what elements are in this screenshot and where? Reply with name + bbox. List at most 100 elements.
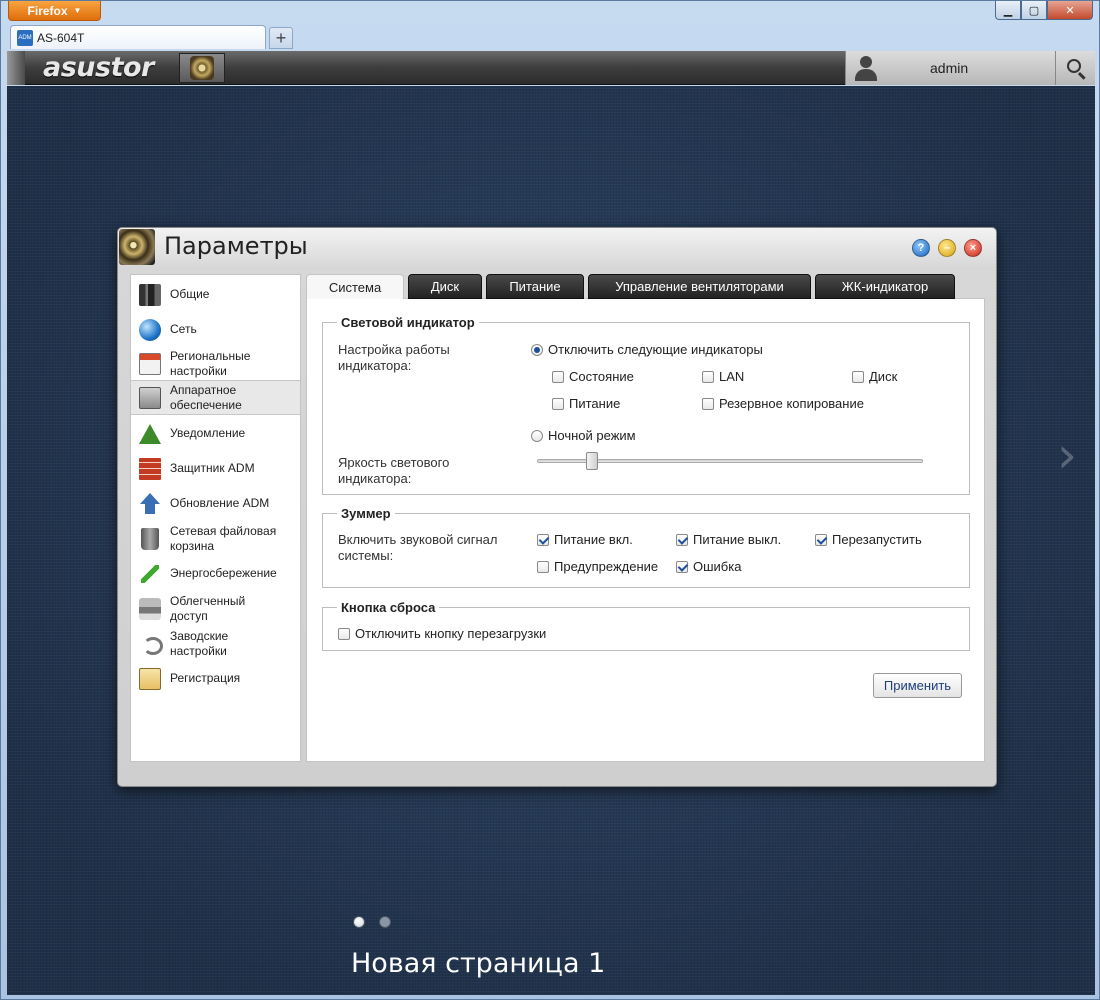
sidebar-item-label: Общие <box>170 287 210 301</box>
sidebar-item-notification[interactable]: Уведомление <box>131 416 300 451</box>
checkbox-unchecked <box>852 370 864 383</box>
option-label: Питание выкл. <box>693 532 782 547</box>
desktop-pager <box>353 916 391 928</box>
led-backup-checkbox[interactable]: Резервное копирование <box>702 396 864 411</box>
taskbar-grip[interactable] <box>7 51 25 85</box>
sidebar-item-adm-update[interactable]: Обновление ADM <box>131 486 300 521</box>
sidebar-item-factory-reset[interactable]: Заводские настройки <box>131 626 300 661</box>
led-status-checkbox[interactable]: Состояние <box>552 369 634 384</box>
apply-button[interactable]: Применить <box>873 673 962 698</box>
tab-lcd[interactable]: ЖК-индикатор <box>815 274 955 299</box>
sidebar-item-energy-saving[interactable]: Энергосбережение <box>131 556 300 591</box>
tab-system[interactable]: Система <box>306 274 404 299</box>
page-dot-2[interactable] <box>379 916 391 928</box>
buzzer-restart-checkbox[interactable]: Перезапустить <box>815 532 922 547</box>
disable-leds-radio[interactable]: Отключить следующие индикаторы <box>531 342 763 357</box>
night-mode-radio[interactable]: Ночной режим <box>531 428 636 443</box>
sidebar-item-regional[interactable]: Региональные настройки <box>131 346 300 381</box>
radio-unchecked <box>531 429 543 442</box>
browser-tab-active[interactable]: ADM AS-604T <box>10 25 266 49</box>
globe-icon <box>139 318 161 341</box>
sidebar-item-hardware[interactable]: Аппаратное обеспечение <box>131 380 300 415</box>
sidebar-item-network-recycle-bin[interactable]: Сетевая файловая корзина <box>131 521 300 556</box>
upload-arrow-icon <box>139 492 161 515</box>
settings-app-taskbar-button[interactable] <box>179 53 225 83</box>
tab-power[interactable]: Питание <box>486 274 584 299</box>
warning-icon <box>139 423 161 444</box>
disable-reset-button-checkbox[interactable]: Отключить кнопку перезагрузки <box>338 626 546 641</box>
help-button[interactable]: ? <box>912 239 930 257</box>
settings-sidebar: Общие Сеть Региональные настройки Аппара… <box>130 274 301 762</box>
led-indicator-group: Световой индикатор Настройка работы инди… <box>322 315 970 495</box>
sidebar-item-general[interactable]: Общие <box>131 277 300 312</box>
option-label: LAN <box>719 369 745 384</box>
sidebar-item-label: Аппаратное обеспечение <box>170 382 242 412</box>
checkbox-unchecked <box>702 397 714 410</box>
brightness-slider[interactable] <box>537 452 923 470</box>
desktop-page-name: Новая страница 1 <box>351 948 606 979</box>
maximize-window-button[interactable]: ▢ <box>1021 1 1047 20</box>
buzzer-error-checkbox[interactable]: Ошибка <box>676 559 741 574</box>
slider-handle[interactable] <box>586 452 598 470</box>
reset-button-group: Кнопка сброса Отключить кнопку перезагру… <box>322 600 970 651</box>
tab-fan-control[interactable]: Управление вентиляторами <box>588 274 811 299</box>
caret-down-icon: ▼ <box>73 6 82 15</box>
led-group-legend: Световой индикатор <box>337 315 479 330</box>
buzzer-group-legend: Зуммер <box>337 506 395 521</box>
user-menu[interactable]: admin <box>845 51 1055 85</box>
sidebar-item-easy-access[interactable]: Облегченный доступ <box>131 591 300 626</box>
sidebar-item-label: Сетевая файловая корзина <box>170 523 277 553</box>
option-label: Ошибка <box>693 559 742 574</box>
tab-disk[interactable]: Диск <box>408 274 482 299</box>
asustor-logo: asustor <box>43 52 154 83</box>
minimize-window-button[interactable]: ▁ <box>995 1 1021 20</box>
window-controls: ▁ ▢ ✕ <box>995 1 1093 20</box>
next-page-arrow-icon[interactable]: › <box>1057 426 1077 484</box>
close-window-button[interactable]: ✕ <box>1047 1 1093 20</box>
adm-top-bar: asustor admin <box>7 51 1095 85</box>
firefox-menu-button[interactable]: Firefox ▼ <box>8 1 101 21</box>
led-lan-checkbox[interactable]: LAN <box>702 369 744 384</box>
minimize-button[interactable]: – <box>938 239 956 257</box>
settings-main-panel: Световой индикатор Настройка работы инди… <box>306 274 986 762</box>
clipboard-icon <box>139 667 161 690</box>
led-setting-label: Настройка работы индикатора: <box>338 342 450 373</box>
sidebar-item-label: Обновление ADM <box>170 496 270 510</box>
sidebar-item-network[interactable]: Сеть <box>131 312 300 347</box>
close-button[interactable]: × <box>964 239 982 257</box>
checkbox-unchecked <box>338 627 350 640</box>
search-button[interactable] <box>1055 51 1095 85</box>
checkbox-unchecked <box>552 397 564 410</box>
option-label: Питание <box>569 396 621 411</box>
sidebar-item-label: Регистрация <box>170 671 241 685</box>
sidebar-item-label: Заводские настройки <box>170 628 229 658</box>
buzzer-label: Включить звуковой сигнал системы: <box>338 532 498 563</box>
trash-icon <box>141 527 159 550</box>
lightning-icon <box>139 563 161 585</box>
new-tab-button[interactable]: + <box>269 27 293 49</box>
sidebar-item-label: Энергосбережение <box>170 566 277 580</box>
led-power-checkbox[interactable]: Питание <box>552 396 620 411</box>
option-label: Диск <box>869 369 898 384</box>
user-name: admin <box>930 60 969 76</box>
firefox-label: Firefox <box>27 3 68 18</box>
sidebar-item-registration[interactable]: Регистрация <box>131 661 300 696</box>
led-disk-checkbox[interactable]: Диск <box>852 369 897 384</box>
reset-group-legend: Кнопка сброса <box>337 600 440 615</box>
sidebar-item-label: Защитник ADM <box>170 461 255 475</box>
settings-window: Параметры ? – × Общие Сеть Региональные … <box>117 227 997 787</box>
sidebar-item-label: Облегченный доступ <box>170 593 246 623</box>
undo-icon <box>139 633 163 655</box>
settings-tabs: Система Диск Питание Управление вентилят… <box>306 274 986 299</box>
buzzer-warning-checkbox[interactable]: Предупреждение <box>537 559 658 574</box>
buzzer-power-off-checkbox[interactable]: Питание выкл. <box>676 532 781 547</box>
checkbox-checked <box>676 560 688 573</box>
buzzer-group: Зуммер Включить звуковой сигнал системы:… <box>322 506 970 588</box>
sidebar-item-adm-defender[interactable]: Защитник ADM <box>131 451 300 486</box>
gears-icon <box>190 56 214 80</box>
user-icon <box>852 54 880 82</box>
hard-drive-icon <box>139 386 161 409</box>
page-dot-1[interactable] <box>353 916 365 928</box>
firewall-icon <box>139 457 161 480</box>
buzzer-power-on-checkbox[interactable]: Питание вкл. <box>537 532 633 547</box>
